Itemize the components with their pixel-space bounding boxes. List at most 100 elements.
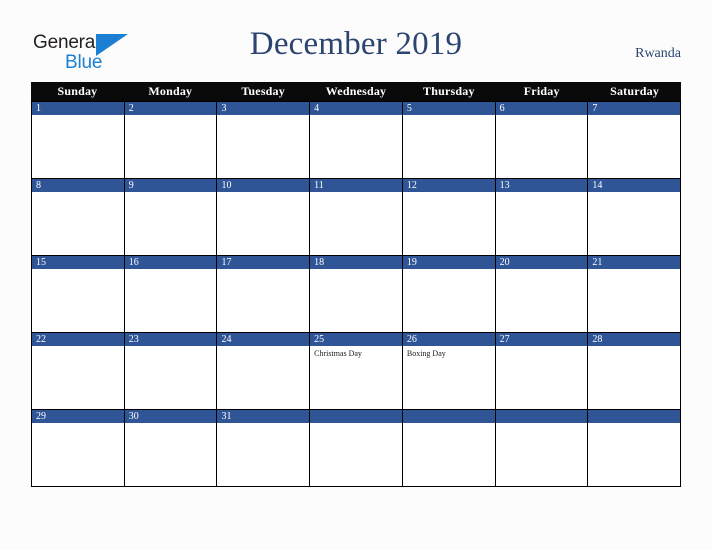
day-events bbox=[496, 423, 588, 486]
calendar-empty-cell[interactable] bbox=[310, 410, 403, 487]
day-events bbox=[32, 115, 124, 178]
day-number: 2 bbox=[124, 102, 217, 115]
day-number: 6 bbox=[495, 102, 588, 115]
day-events bbox=[403, 423, 495, 486]
calendar-day-cell[interactable]: 29 bbox=[32, 410, 125, 487]
holiday-label: Boxing Day bbox=[406, 349, 446, 358]
day-number: 4 bbox=[310, 102, 402, 115]
day-number: 29 bbox=[32, 410, 124, 423]
day-number: 25 bbox=[310, 333, 402, 346]
calendar-grid: Sunday Monday Tuesday Wednesday Thursday… bbox=[31, 82, 682, 487]
day-events bbox=[310, 115, 402, 178]
day-number: 8 bbox=[32, 179, 124, 192]
day-events bbox=[32, 192, 124, 255]
calendar-day-cell[interactable]: 31 bbox=[217, 410, 311, 487]
day-events: Christmas Day bbox=[310, 346, 402, 409]
day-events bbox=[32, 346, 124, 409]
day-events: Boxing Day bbox=[403, 346, 495, 409]
calendar-day-cell[interactable]: 13 bbox=[495, 179, 589, 256]
calendar-day-cell[interactable]: 7 bbox=[588, 102, 682, 179]
day-events bbox=[496, 115, 588, 178]
day-of-week-friday: Friday bbox=[523, 84, 560, 98]
calendar-day-cell[interactable]: 28 bbox=[588, 333, 682, 410]
day-number: 1 bbox=[32, 102, 124, 115]
calendar-day-cell[interactable]: 5 bbox=[402, 102, 496, 179]
calendar-day-cell[interactable]: 20 bbox=[495, 256, 589, 333]
calendar-day-cell[interactable]: 4 bbox=[310, 102, 403, 179]
day-events bbox=[496, 346, 588, 409]
calendar-week-row: 8 9 10 11 12 13 14 bbox=[32, 179, 682, 256]
day-events bbox=[588, 423, 680, 486]
day-number: 7 bbox=[588, 102, 681, 115]
calendar-day-cell[interactable]: 3 bbox=[217, 102, 311, 179]
day-number: 21 bbox=[588, 256, 681, 269]
day-events bbox=[217, 423, 309, 486]
calendar-day-cell[interactable]: 11 bbox=[310, 179, 403, 256]
day-of-week-sunday: Sunday bbox=[57, 84, 98, 98]
calendar-day-cell[interactable]: 19 bbox=[402, 256, 496, 333]
calendar-day-cell[interactable]: 16 bbox=[124, 256, 218, 333]
calendar-day-cell[interactable]: 12 bbox=[402, 179, 496, 256]
day-number: 30 bbox=[124, 410, 217, 423]
calendar-day-cell[interactable]: 30 bbox=[124, 410, 218, 487]
calendar-week-row: 1234567 bbox=[32, 102, 682, 179]
day-number: 31 bbox=[217, 410, 310, 423]
calendar-empty-cell[interactable] bbox=[402, 410, 496, 487]
calendar-day-cell[interactable]: 6 bbox=[495, 102, 589, 179]
day-number: 5 bbox=[402, 102, 495, 115]
day-events bbox=[403, 269, 495, 332]
day-events bbox=[403, 115, 495, 178]
day-number bbox=[495, 410, 588, 423]
calendar-day-cell[interactable]: 17 bbox=[217, 256, 311, 333]
day-number: 20 bbox=[495, 256, 588, 269]
calendar-weeks: 1 2 3 4 5 6 7 8 9 10 11 12 13 14 15 16 17 18 19 20 21 22 23 24 2… bbox=[31, 101, 682, 487]
day-number: 28 bbox=[588, 333, 681, 346]
day-number: 17 bbox=[217, 256, 310, 269]
day-events bbox=[217, 192, 309, 255]
calendar-day-cell[interactable]: 24 bbox=[217, 333, 311, 410]
day-number: 19 bbox=[402, 256, 495, 269]
day-events bbox=[217, 269, 309, 332]
day-events bbox=[588, 269, 680, 332]
calendar-week-row: 29 30 31 bbox=[32, 410, 682, 487]
day-of-week-header-row: Sunday Monday Tuesday Wednesday Thursday… bbox=[31, 82, 681, 101]
calendar-day-cell[interactable]: 21 bbox=[588, 256, 682, 333]
calendar-day-cell[interactable]: 1 bbox=[32, 102, 125, 179]
calendar-day-cell[interactable]: 10 bbox=[217, 179, 311, 256]
calendar-day-cell[interactable]: 26 Boxing Day bbox=[402, 333, 496, 410]
day-events bbox=[310, 423, 402, 486]
calendar-day-cell[interactable]: 25 Christmas Day bbox=[310, 333, 403, 410]
page-title: December 2019 bbox=[249, 26, 463, 62]
page-header: General Blue December 2019 Rwanda bbox=[0, 0, 712, 82]
day-of-week-monday: Monday bbox=[148, 84, 193, 98]
day-of-week-wednesday: Wednesday bbox=[325, 84, 387, 98]
calendar-week-row: 22 23 24 25 Christmas Day 26 Boxing Day 27 28 bbox=[32, 333, 682, 410]
day-events bbox=[588, 115, 680, 178]
day-number: 14 bbox=[588, 179, 681, 192]
day-number: 15 bbox=[32, 256, 124, 269]
day-events bbox=[496, 192, 588, 255]
day-events bbox=[125, 423, 217, 486]
day-number: 22 bbox=[32, 333, 124, 346]
calendar-day-cell[interactable]: 18 bbox=[310, 256, 403, 333]
holiday-label: Christmas Day bbox=[314, 349, 362, 358]
day-number bbox=[588, 410, 681, 423]
day-number: 11 bbox=[310, 179, 402, 192]
calendar-day-cell[interactable]: 27 bbox=[495, 333, 589, 410]
day-events bbox=[403, 192, 495, 255]
calendar-empty-cell[interactable] bbox=[495, 410, 589, 487]
calendar-day-cell[interactable]: 2 bbox=[124, 102, 218, 179]
calendar-day-cell[interactable]: 23 bbox=[124, 333, 218, 410]
calendar-day-cell[interactable]: 14 bbox=[588, 179, 682, 256]
calendar-empty-cell[interactable] bbox=[588, 410, 682, 487]
day-events bbox=[125, 346, 217, 409]
calendar-day-cell[interactable]: 8 bbox=[32, 179, 125, 256]
day-number: 24 bbox=[217, 333, 310, 346]
calendar-day-cell[interactable]: 9 bbox=[124, 179, 218, 256]
day-events bbox=[32, 269, 124, 332]
day-events bbox=[217, 346, 309, 409]
region-label: Rwanda bbox=[635, 46, 681, 61]
day-number: 23 bbox=[124, 333, 217, 346]
calendar-day-cell[interactable]: 15 bbox=[32, 256, 125, 333]
calendar-day-cell[interactable]: 22 bbox=[32, 333, 125, 410]
